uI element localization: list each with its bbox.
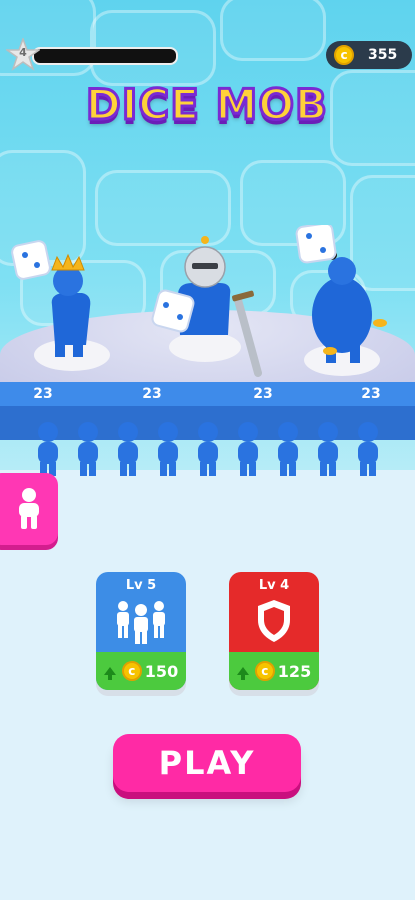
game-title-text: DICE MOB: [84, 79, 329, 131]
dice-icon: [295, 225, 337, 264]
mob-figure: [38, 422, 58, 476]
upgrade-price-bar: c 150: [96, 652, 186, 690]
coin-amount: 355: [368, 47, 398, 63]
crowned-character: [51, 253, 91, 357]
coin-icon: c: [121, 661, 142, 681]
lane-count-1: 23: [0, 382, 98, 406]
arrow-up-icon: [236, 667, 249, 680]
card-level: Lv 5: [125, 578, 157, 593]
lane-count-2: 23: [96, 382, 210, 406]
mob-figure: [238, 422, 258, 476]
upgrade-card-shield[interactable]: Lv 4 c 125: [229, 572, 319, 690]
mob-figure: [278, 422, 298, 476]
lane-count-3: 23: [208, 382, 320, 406]
upgrade-price: 125: [277, 661, 312, 681]
shield-icon: [258, 600, 290, 642]
arrow-up-icon: [103, 667, 116, 680]
mob-row: [38, 422, 378, 476]
level-badge: 4: [4, 36, 42, 72]
upgrade-card-crowd[interactable]: Lv 5 c 150: [96, 572, 186, 690]
mob-figure: [198, 422, 218, 476]
dice-icon: [151, 289, 195, 333]
upgrade-price: 150: [144, 661, 179, 681]
upgrade-price-bar: c 125: [229, 652, 319, 690]
characters-scene: [11, 225, 387, 377]
play-button[interactable]: PLAY: [113, 734, 301, 792]
person-icon: [19, 488, 39, 529]
lane-count-4: 23: [318, 382, 415, 406]
mob-figure: [358, 422, 378, 476]
mob-figure: [318, 422, 338, 476]
play-button-label: PLAY: [158, 744, 256, 782]
dice-icon: [11, 240, 51, 280]
character-select-button[interactable]: [0, 473, 58, 545]
coin-icon: c: [334, 45, 354, 65]
bomb-character: [312, 250, 387, 363]
card-level: Lv 4: [258, 578, 290, 593]
game-title: DICE MOB: [62, 79, 352, 150]
mob-figure: [78, 422, 98, 476]
level-progress-bar: [32, 47, 178, 65]
crowd-icon: [117, 601, 165, 644]
coin-counter: c 355: [326, 41, 412, 69]
level-number: 4: [19, 46, 27, 59]
mob-figure: [118, 422, 138, 476]
coin-icon: c: [254, 661, 275, 681]
mob-figure: [158, 422, 178, 476]
